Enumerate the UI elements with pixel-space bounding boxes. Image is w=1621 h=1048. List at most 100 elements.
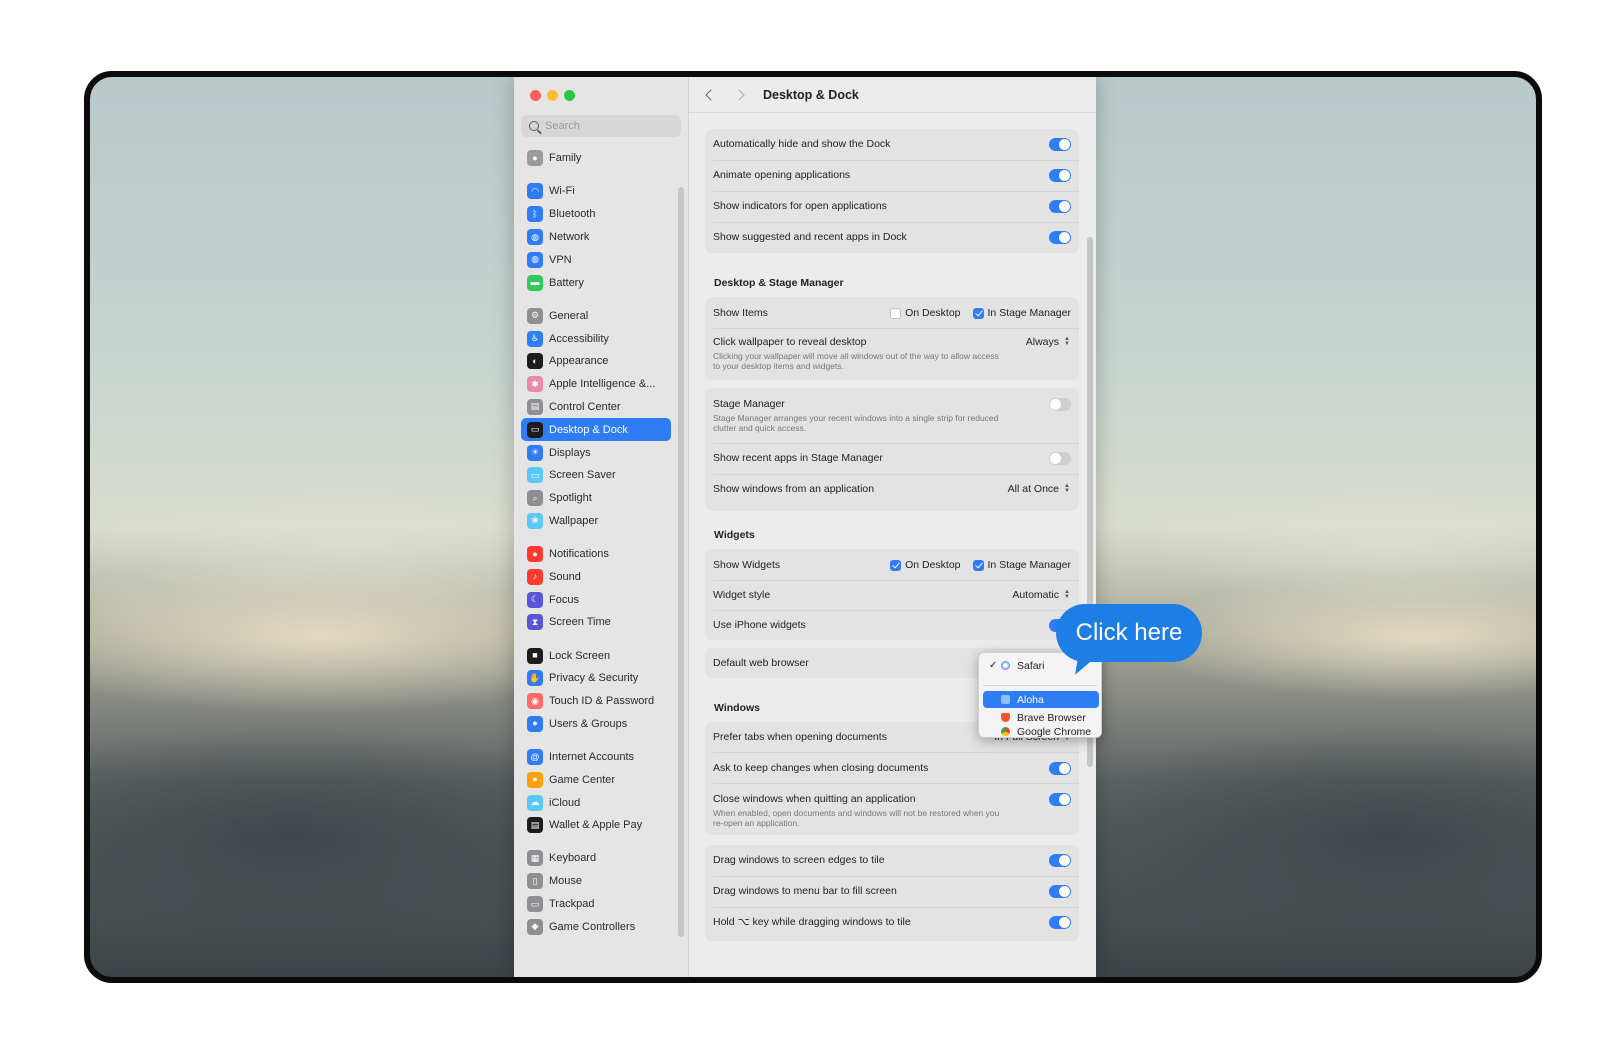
sidebar-item-lock-screen[interactable]: ■ Lock Screen: [521, 644, 671, 667]
sidebar-list: ● Family ◠ Wi-Fi ᛒ Bluetooth ◍ Network ◍ VPN ▬ Batt…: [521, 147, 671, 938]
tiling-group: Drag windows to screen edges to tile Dra…: [705, 845, 1079, 941]
wallet-icon: ▤: [527, 817, 543, 834]
close-window-button[interactable]: [530, 90, 541, 101]
sidebar-item-wi-fi[interactable]: ◠ Wi-Fi: [521, 180, 671, 203]
sidebar-item-keyboard[interactable]: ▦ Keyboard: [521, 847, 671, 870]
globe-icon: ◍: [527, 229, 543, 246]
sidebar-item-sound[interactable]: ♪ Sound: [521, 565, 671, 588]
sidebar-item-mouse[interactable]: ▯ Mouse: [521, 870, 671, 893]
sidebar-item-desktop-dock[interactable]: ▭ Desktop & Dock: [521, 418, 671, 442]
moon-icon: ☾: [527, 591, 543, 608]
sidebar-item-appearance[interactable]: ◐ Appearance: [521, 350, 671, 373]
sidebar-item-screen-time[interactable]: ⧗ Screen Time: [521, 611, 671, 634]
users-icon: ●: [527, 715, 543, 732]
show-items-on-desktop-checkbox[interactable]: On Desktop: [890, 307, 961, 319]
drag-menu-label: Drag windows to menu bar to fill screen: [713, 885, 897, 897]
hold-key-toggle[interactable]: [1049, 916, 1071, 929]
dock-autohide-toggle[interactable]: [1049, 138, 1071, 151]
sidebar-item-spotlight[interactable]: ⌕ Spotlight: [521, 487, 671, 510]
sidebar-item-bluetooth[interactable]: ᛒ Bluetooth: [521, 203, 671, 226]
recent-apps-toggle[interactable]: [1049, 452, 1071, 465]
checkbox-label: In Stage Manager: [987, 559, 1071, 571]
sidebar-item-label: VPN: [549, 253, 572, 266]
sidebar-item-icloud[interactable]: ☁ iCloud: [521, 791, 671, 814]
sidebar-item-game-controllers[interactable]: ◆ Game Controllers: [521, 915, 671, 938]
show-windows-popup[interactable]: All at Once ▲ ▼: [1008, 483, 1071, 495]
dock-autohide-row: Automatically hide and show the Dock: [705, 138, 1079, 151]
sidebar-item-focus[interactable]: ☾ Focus: [521, 588, 671, 611]
iphone-widgets-label: Use iPhone widgets: [713, 619, 806, 631]
suggested-apps-toggle[interactable]: [1049, 231, 1071, 244]
sidebar-item-privacy-security[interactable]: ✋ Privacy & Security: [521, 667, 671, 690]
sidebar-item-general[interactable]: ⚙ General: [521, 304, 671, 327]
dock-settings-group: Automatically hide and show the Dock Ani…: [705, 129, 1079, 253]
hourglass-icon: ⧗: [527, 614, 543, 631]
sidebar-item-screen-saver[interactable]: ▭ Screen Saver: [521, 464, 671, 487]
sidebar-item-vpn[interactable]: ◍ VPN: [521, 248, 671, 271]
drag-edges-toggle[interactable]: [1049, 854, 1071, 867]
speaker-icon: ♪: [527, 568, 543, 585]
bell-icon: ●: [527, 546, 543, 563]
sidebar-item-network[interactable]: ◍ Network: [521, 226, 671, 249]
sidebar-item-wallet-apple-pay[interactable]: ▤ Wallet & Apple Pay: [521, 814, 671, 837]
ask-keep-row: Ask to keep changes when closing documen…: [705, 762, 1079, 775]
desktop-stage-group: Show Items On Desktop In Stage Manager C…: [705, 297, 1079, 380]
sidebar-item-trackpad[interactable]: ▭ Trackpad: [521, 893, 671, 916]
sidebar-item-displays[interactable]: ☀ Displays: [521, 441, 671, 464]
sidebar-item-family[interactable]: ● Family: [521, 147, 671, 170]
sidebar-item-users-groups[interactable]: ● Users & Groups: [521, 713, 671, 736]
sidebar-item-label: Game Center: [549, 773, 616, 786]
toolbar: Desktop & Dock: [689, 77, 1096, 113]
menu-item-label: Brave Browser: [1017, 711, 1086, 724]
sidebar-item-control-center[interactable]: ▤ Control Center: [521, 396, 671, 419]
window-controls: [530, 90, 575, 101]
stepper-icon: ▲▼: [1064, 483, 1070, 494]
sidebar-item-game-center[interactable]: ● Game Center: [521, 768, 671, 791]
sidebar-item-label: Network: [549, 231, 590, 244]
screen-saver-icon: ▭: [527, 467, 543, 484]
stage-manager-toggle[interactable]: [1049, 398, 1071, 411]
sidebar-item-touch-id-password[interactable]: ◉ Touch ID & Password: [521, 690, 671, 713]
sidebar-item-wallpaper[interactable]: ❀ Wallpaper: [521, 510, 671, 533]
minimize-window-button[interactable]: [547, 90, 558, 101]
menu-item-aloha[interactable]: Aloha: [983, 691, 1099, 708]
wifi-icon: ◠: [527, 183, 543, 200]
sidebar-item-label: Focus: [549, 593, 579, 606]
dock-icon: ▭: [527, 421, 543, 438]
ask-keep-toggle[interactable]: [1049, 762, 1071, 775]
forward-icon[interactable]: [733, 88, 745, 101]
close-quit-toggle[interactable]: [1049, 793, 1071, 806]
show-widgets-row: Show Widgets On Desktop In Stage Manager: [705, 559, 1079, 572]
widget-style-popup[interactable]: Automatic ▲ ▼: [1012, 589, 1071, 601]
indicators-label: Show indicators for open applications: [713, 200, 887, 212]
back-icon[interactable]: [705, 88, 717, 101]
search-field[interactable]: Search: [521, 115, 681, 137]
close-quit-label: Close windows when quitting an applicati…: [713, 793, 916, 805]
sidebar-item-notifications[interactable]: ● Notifications: [521, 543, 671, 566]
checkmark-icon: ✓: [989, 660, 998, 671]
show-items-stage-manager-checkbox[interactable]: In Stage Manager: [972, 307, 1071, 319]
sidebar-item-label: Privacy & Security: [549, 672, 639, 685]
sidebar-scrollbar[interactable]: [678, 187, 684, 937]
widgets-on-desktop-checkbox[interactable]: On Desktop: [890, 559, 961, 571]
animate-apps-toggle[interactable]: [1049, 169, 1071, 182]
sidebar-item-accessibility[interactable]: ♿ Accessibility: [521, 327, 671, 350]
sidebar-item-apple-intelligence[interactable]: ✱ Apple Intelligence &...: [521, 373, 671, 396]
indicators-toggle[interactable]: [1049, 200, 1071, 213]
sidebar-item-battery[interactable]: ▬ Battery: [521, 271, 671, 294]
chrome-icon: [1001, 727, 1010, 736]
widgets-stage-manager-checkbox[interactable]: In Stage Manager: [972, 559, 1071, 571]
safari-icon: [1001, 661, 1010, 670]
sidebar-item-label: Bluetooth: [549, 208, 596, 221]
menu-item-chrome[interactable]: Google Chrome: [983, 725, 1099, 738]
bluetooth-icon: ᛒ: [527, 206, 543, 223]
menu-item-brave[interactable]: Brave Browser: [983, 709, 1099, 726]
click-wallpaper-popup[interactable]: Always ▲ ▼: [1026, 336, 1071, 348]
hold-key-label: Hold ⌥ key while dragging windows to til…: [713, 916, 911, 928]
zoom-window-button[interactable]: [564, 90, 575, 101]
sidebar-item-internet-accounts[interactable]: @ Internet Accounts: [521, 746, 671, 769]
drag-menu-toggle[interactable]: [1049, 885, 1071, 898]
drag-edges-row: Drag windows to screen edges to tile: [705, 854, 1079, 867]
battery-icon: ▬: [527, 274, 543, 291]
sidebar-item-label: Battery: [549, 276, 584, 289]
